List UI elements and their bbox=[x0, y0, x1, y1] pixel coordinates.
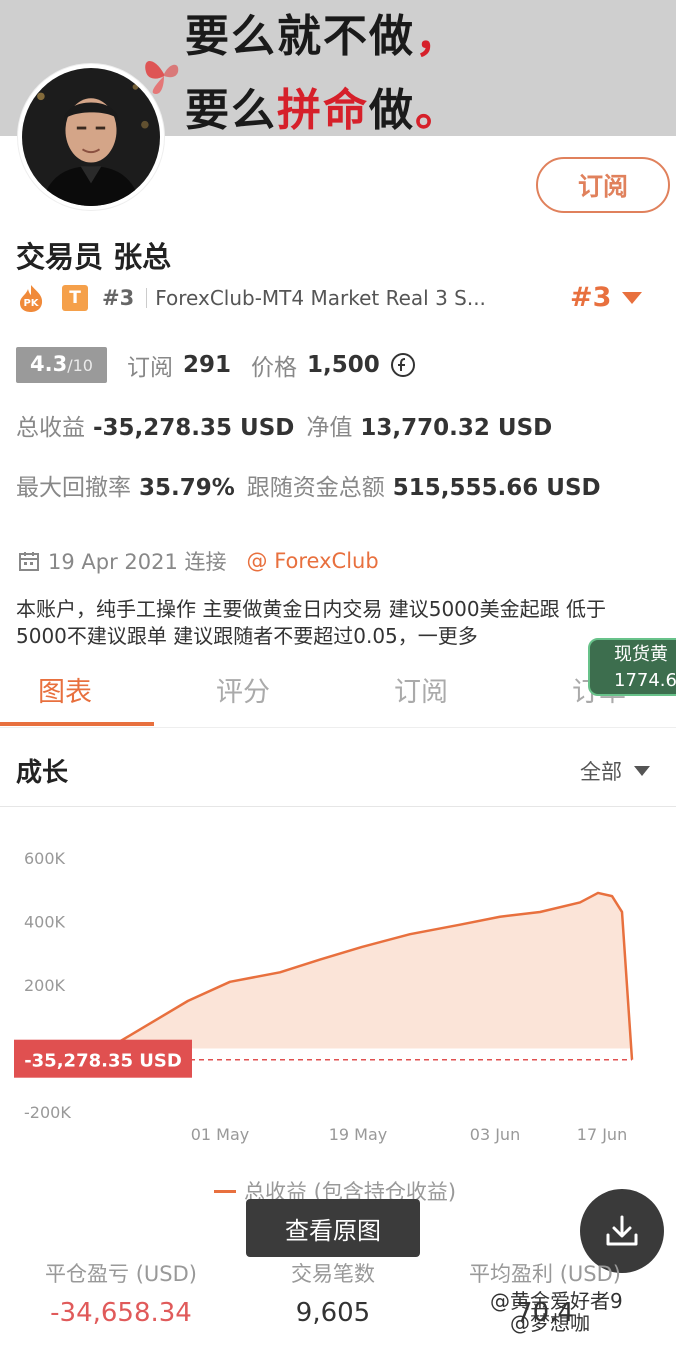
calendar-icon bbox=[19, 552, 39, 571]
y-tick-label: -200K bbox=[24, 1103, 71, 1122]
series-area bbox=[108, 892, 632, 1060]
profile-card bbox=[0, 136, 676, 1346]
tab-rating[interactable]: 评分 bbox=[216, 670, 270, 709]
score-badge: 4.3/10 bbox=[16, 347, 107, 383]
tier-badge: T bbox=[62, 285, 88, 311]
max-drawdown-label: 最大回撤率 bbox=[16, 475, 131, 501]
trader-avatar[interactable] bbox=[18, 64, 164, 210]
section-divider bbox=[0, 806, 676, 807]
caret-down-icon[interactable] bbox=[622, 292, 642, 304]
tab-chart[interactable]: 图表 bbox=[38, 670, 92, 709]
active-tab-indicator bbox=[0, 722, 154, 726]
total-profit-value: -35,278.35 USD bbox=[93, 415, 295, 441]
banner-slogan-line1: 要么就不做， bbox=[185, 11, 461, 62]
y-tick-label: 200K bbox=[24, 976, 66, 995]
subscriptions-label: 订阅 bbox=[126, 355, 173, 381]
equity-value: 13,770.32 USD bbox=[360, 415, 553, 441]
follow-funds-value: 515,555.66 USD bbox=[392, 475, 601, 501]
profit-row: 总收益 -35,278.35 USD 净值 13,770.32 USD bbox=[16, 408, 564, 442]
coin-icon bbox=[390, 353, 415, 377]
chevron-down-icon bbox=[634, 766, 650, 776]
x-tick-label: 01 May bbox=[191, 1125, 250, 1144]
price-label: 价格 bbox=[250, 355, 297, 381]
watermark: @黄金爱好者9 @梦想咖 bbox=[490, 1289, 623, 1335]
tab-subscription[interactable]: 订阅 bbox=[394, 670, 448, 709]
equity-label: 净值 bbox=[306, 415, 353, 441]
total-profit-label: 总收益 bbox=[16, 415, 85, 441]
rank-small: #3 bbox=[102, 286, 135, 310]
banner-slogan-line2: 要么拼命做。 bbox=[185, 85, 461, 136]
growth-title: 成长 bbox=[16, 758, 69, 788]
x-tick-label: 19 May bbox=[329, 1125, 388, 1144]
y-tick-label: 600K bbox=[24, 849, 66, 868]
price-value: 1,500 bbox=[306, 352, 380, 378]
legend-line-swatch bbox=[214, 1189, 236, 1193]
max-drawdown-value: 35.79% bbox=[139, 475, 235, 501]
current-value-label: -35,278.35 USD bbox=[24, 1051, 182, 1072]
subscriptions-value: 291 bbox=[182, 352, 231, 378]
connection-date: 19 Apr 2021 连接 bbox=[48, 550, 227, 574]
growth-chart: 600K 400K 200K -200K 01 May 19 May 03 Jun 17 Ju… bbox=[0, 820, 676, 1150]
broker-link[interactable]: @ ForexClub bbox=[247, 549, 379, 573]
trade-count-stat: 交易笔数 9,605 bbox=[291, 1262, 375, 1328]
connection-row: 19 Apr 2021 连接 @ ForexClub bbox=[18, 546, 379, 576]
follow-funds-label: 跟随资金总额 bbox=[246, 475, 385, 501]
pk-flame-icon: PK bbox=[20, 285, 43, 312]
x-tick-label: 03 Jun bbox=[470, 1125, 520, 1144]
range-select[interactable]: 全部 bbox=[580, 756, 650, 786]
closed-pnl-stat: 平仓盈亏 (USD) -34,658.34 bbox=[45, 1262, 197, 1328]
tab-bar: 图表 评分 订阅 订单 bbox=[0, 660, 676, 728]
y-tick-label: 400K bbox=[24, 913, 66, 932]
server-name: ForexClub-MT4 Market Real 3 S... bbox=[155, 286, 486, 310]
view-original-button[interactable]: 查看原图 bbox=[246, 1199, 420, 1257]
rank-dropdown[interactable]: #3 bbox=[570, 282, 611, 313]
rating-row: 4.3/10 订阅 291 价格 1,500 bbox=[16, 346, 416, 384]
download-icon bbox=[606, 1215, 638, 1246]
drawdown-row: 最大回撤率 35.79% 跟随资金总额 515,555.66 USD bbox=[16, 468, 613, 502]
trader-name: 交易员 张总 bbox=[16, 240, 172, 274]
x-tick-label: 17 Jun bbox=[577, 1125, 627, 1144]
gold-price-float[interactable]: 现货黄 1774.6 bbox=[588, 638, 676, 696]
rank-divider bbox=[146, 288, 148, 308]
subscribe-button[interactable]: 订阅 bbox=[536, 157, 670, 213]
rank-row: PK T #3 ForexClub-MT4 Market Real 3 S... bbox=[16, 282, 486, 314]
svg-text:PK: PK bbox=[23, 298, 39, 309]
account-description[interactable]: 本账户，纯手工操作 主要做黄金日内交易 建议5000美金起跟 低于5000不建议… bbox=[16, 596, 646, 650]
